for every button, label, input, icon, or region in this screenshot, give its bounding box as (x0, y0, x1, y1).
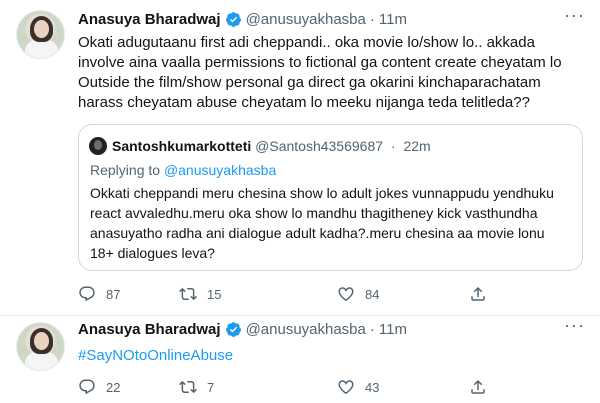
tweet-1[interactable]: Anasuya Bharadwaj @anusuyakhasba · 11m ·… (0, 0, 600, 316)
hashtag-link[interactable]: #SayNOtoOnlineAbuse (78, 346, 233, 366)
author-avatar[interactable] (16, 10, 65, 59)
author-avatar[interactable] (16, 322, 65, 371)
quoted-tweet[interactable]: Santoshkumarkotteti @Santosh43569687 · 2… (78, 124, 583, 271)
reply-icon (79, 379, 95, 395)
verified-badge-icon (225, 11, 241, 27)
reply-icon (79, 286, 95, 302)
quote-text: Okkati cheppandi meru chesina show lo ad… (90, 185, 554, 261)
share-button[interactable] (469, 377, 497, 397)
separator-dot: · (369, 320, 375, 338)
tweet-time[interactable]: 11m (379, 321, 407, 338)
reply-count: 22 (106, 379, 121, 395)
verified-badge-icon (225, 321, 241, 337)
quote-author-avatar (89, 137, 107, 155)
retweet-icon (179, 380, 197, 394)
author-handle[interactable]: @anusuyakhasba (246, 321, 366, 338)
reply-count: 87 (106, 286, 121, 302)
heart-icon (338, 287, 354, 302)
retweet-button[interactable]: 7 (179, 377, 214, 397)
heart-icon (338, 380, 354, 395)
like-count: 43 (365, 379, 380, 395)
tweet-text: Okati adugutaanu first adi cheppandi.. o… (78, 34, 562, 111)
author-name[interactable]: Anasuya Bharadwaj (78, 11, 221, 28)
tweet-1-actions: 87 15 84 (78, 284, 498, 304)
quote-header: Santoshkumarkotteti @Santosh43569687 · 2… (112, 136, 431, 156)
quote-time: 22m (403, 138, 431, 154)
separator-dot: · (369, 10, 375, 28)
quote-author-name: Santoshkumarkotteti (112, 138, 252, 154)
retweet-button[interactable]: 15 (179, 284, 221, 304)
replying-mention[interactable]: @anusuyakhasba (164, 162, 276, 178)
tweet-header: Anasuya Bharadwaj @anusuyakhasba · 11m (78, 9, 407, 29)
tweet-header: Anasuya Bharadwaj @anusuyakhasba · 11m (78, 319, 407, 339)
share-icon (471, 379, 485, 394)
like-button[interactable]: 84 (337, 284, 379, 304)
share-button[interactable] (469, 284, 497, 304)
like-count: 84 (365, 286, 380, 302)
reply-button[interactable]: 87 (78, 284, 120, 304)
tweet-2-actions: 22 7 43 (78, 377, 498, 397)
like-button[interactable]: 43 (337, 377, 379, 397)
quote-author-handle: @Santosh43569687 (255, 138, 384, 154)
reply-button[interactable]: 22 (78, 377, 120, 397)
retweet-icon (179, 287, 197, 301)
more-options-icon[interactable]: ··· (564, 316, 584, 339)
share-icon (471, 286, 485, 301)
retweet-count: 7 (207, 379, 215, 395)
retweet-count: 15 (207, 286, 222, 302)
replying-to: Replying to @anusuyakhasba (90, 160, 276, 180)
author-name[interactable]: Anasuya Bharadwaj (78, 321, 221, 338)
tweet-time[interactable]: 11m (379, 11, 407, 28)
more-options-icon[interactable]: ··· (564, 6, 584, 29)
replying-prefix: Replying to (90, 162, 161, 178)
separator-dot: · (390, 138, 396, 154)
author-handle[interactable]: @anusuyakhasba (246, 11, 366, 28)
